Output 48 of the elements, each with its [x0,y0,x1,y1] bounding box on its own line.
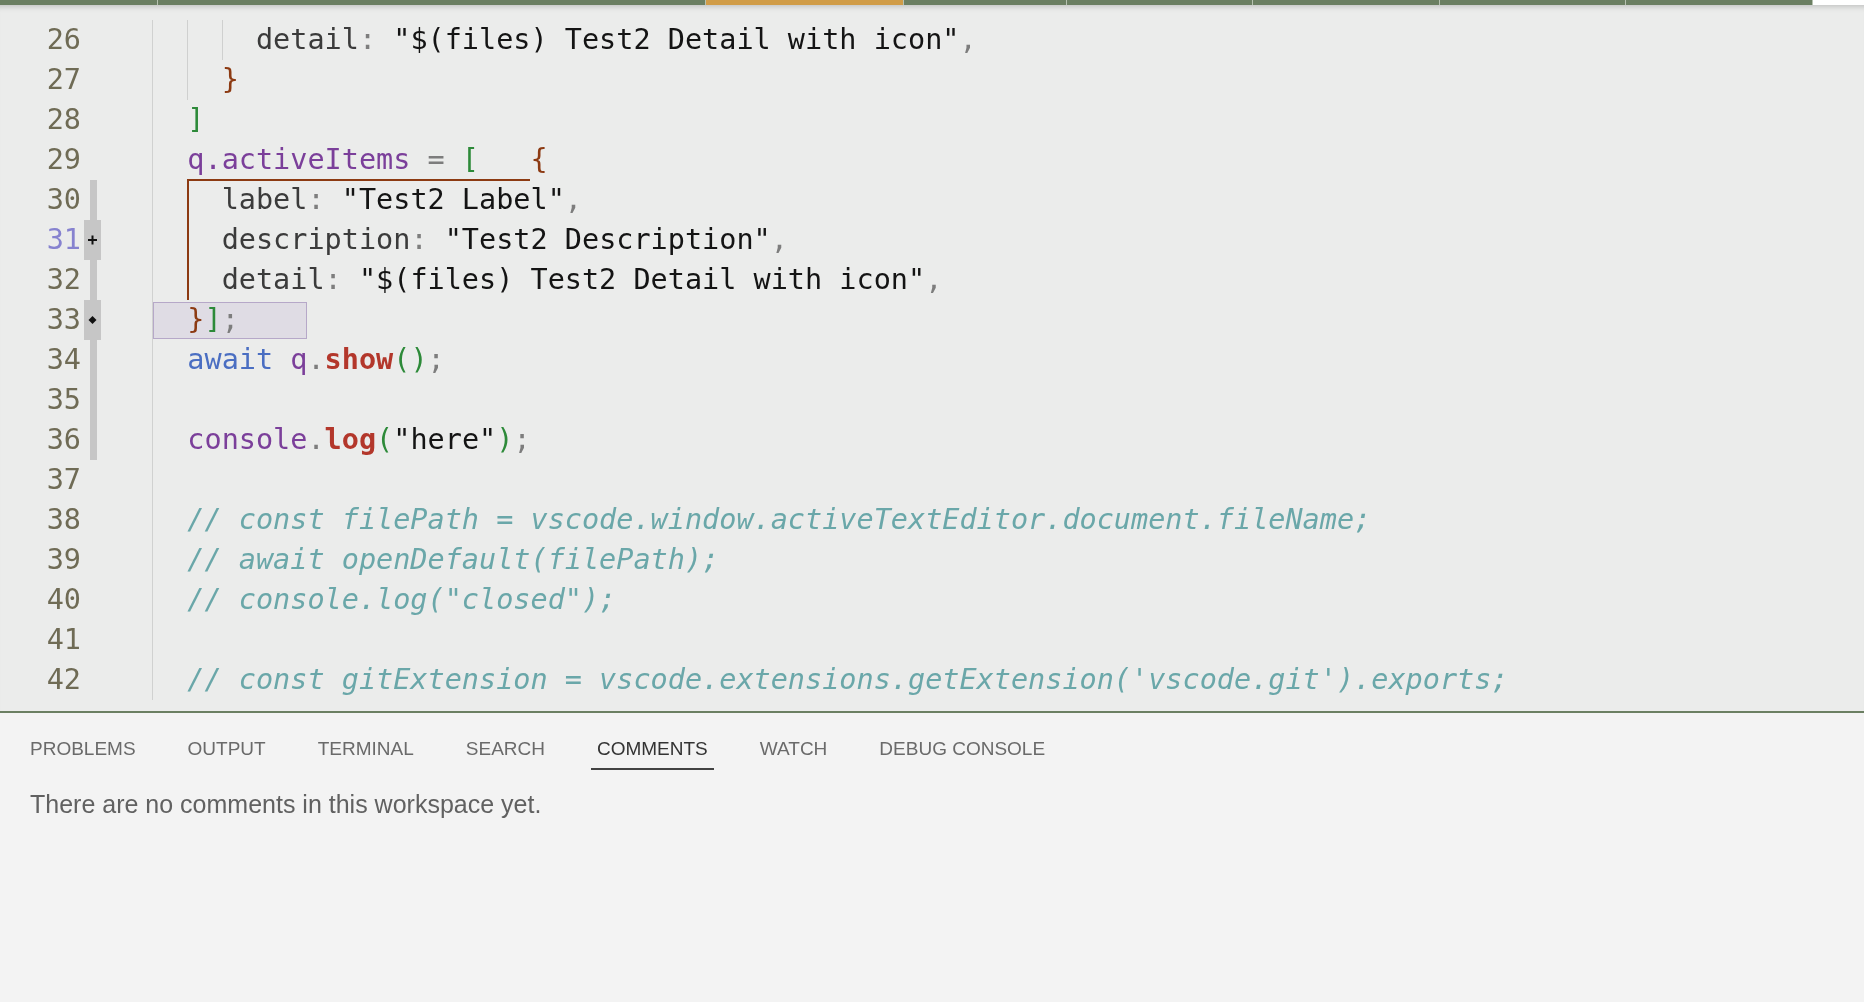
line-number: 37 [46,462,81,498]
editor-tab[interactable] [0,0,158,5]
line-number: 29 [46,142,81,178]
code-line: label: "Test2 Label", [221,183,582,216]
editor-tab[interactable] [1253,0,1440,5]
code-line: await q.show(); [187,343,445,376]
editor-tab[interactable] [1440,0,1626,5]
code-line: // console.log("closed"); [187,583,617,616]
line-number: 39 [46,542,81,578]
line-number: 28 [46,102,81,138]
editor-tab[interactable] [1626,0,1813,5]
code-line: detail: "$(files) Test2 Detail with icon", [255,23,977,56]
code-line: description: "Test2 Description", [221,223,788,256]
line-number: 40 [46,582,81,618]
code-line: detail: "$(files) Test2 Detail with icon", [221,263,943,296]
code-line: // const filePath = vscode.window.activeTextEditor.document.fileName; [187,503,1372,536]
line-number: 35 [46,382,81,418]
code-line: ] [187,103,205,136]
line-number: 26 [46,22,81,58]
line-number: 33 [46,302,81,338]
line-number: 27 [46,62,81,98]
editor-tab[interactable] [1067,0,1253,5]
panel-tab[interactable]: OUTPUT [181,730,272,770]
line-number: 30 [46,182,81,218]
code-line: console.log("here"); [187,423,531,456]
code-line: // await openDefault(filePath); [187,543,720,576]
editor-tab[interactable] [904,0,1067,5]
code-line: q.activeItems = [ { [187,143,548,176]
panel-tab[interactable]: TERMINAL [311,730,420,770]
line-number: 36 [46,422,81,458]
editor-tab[interactable] [158,0,706,5]
panel-tab[interactable]: DEBUG CONSOLE [873,730,1052,770]
line-number: 34 [46,342,81,378]
panel-tab[interactable]: SEARCH [459,730,551,770]
line-number: 38 [46,502,81,538]
empty-message: There are no comments in this workspace yet. [30,789,543,819]
code-line: }]; [187,303,239,336]
code-line: } [221,63,239,96]
editor-tab[interactable] [706,0,904,5]
line-number: 41 [46,622,81,658]
panel-tab[interactable]: WATCH [753,730,834,770]
code-line: // const gitExtension = vscode.extensions.getExtension('vscode.git').exports; [187,663,1509,696]
line-number: 31 [46,222,81,258]
line-number: 42 [46,662,81,698]
panel-tab[interactable]: COMMENTS [590,730,714,770]
line-number: 32 [46,262,81,298]
panel-tab[interactable]: PROBLEMS [24,730,142,770]
plus-icon[interactable] [84,220,101,260]
